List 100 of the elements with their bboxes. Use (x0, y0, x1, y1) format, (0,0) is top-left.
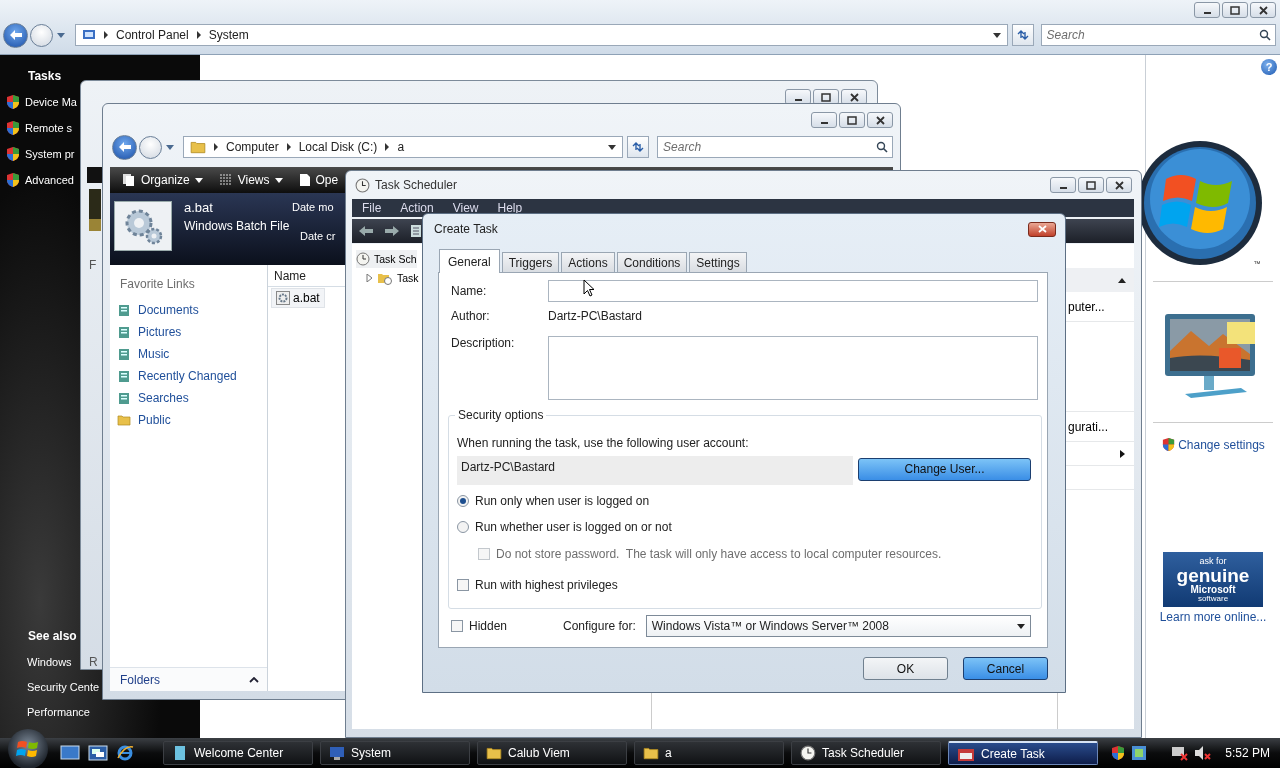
favorite-link[interactable]: Documents (110, 299, 199, 321)
menu-item[interactable]: View (450, 201, 486, 215)
radio-button[interactable] (457, 495, 469, 507)
refresh-icon (631, 141, 646, 153)
description-field[interactable] (548, 336, 1038, 400)
globe-ring-icon (116, 744, 134, 762)
shield-icon (5, 94, 21, 110)
field-label: Name: (451, 284, 488, 298)
show-desktop-button[interactable] (60, 745, 80, 761)
browser-button[interactable] (116, 744, 134, 762)
close-button[interactable] (1106, 177, 1132, 193)
tree-item[interactable]: Task (366, 269, 419, 287)
taskbar-button[interactable]: Create Task (948, 741, 1098, 765)
taskbar-button[interactable]: a (634, 741, 784, 765)
maximize-button[interactable] (1222, 2, 1248, 18)
favorite-link[interactable]: Recently Changed (110, 365, 237, 387)
option-label: Hidden (469, 619, 508, 633)
folders-bar[interactable]: Folders (110, 667, 267, 691)
settings-link[interactable]: Change settings (1178, 437, 1265, 452)
switch-windows-button[interactable] (88, 745, 108, 761)
control-panel-icon (82, 28, 96, 42)
tab[interactable]: Triggers (501, 252, 560, 272)
maximize-button[interactable] (839, 112, 865, 128)
forward-button[interactable] (30, 23, 53, 47)
minimize-button[interactable] (1050, 177, 1076, 193)
search-field[interactable]: Search (1040, 24, 1276, 46)
maximize-icon (1086, 180, 1096, 190)
back-button[interactable] (3, 22, 28, 48)
dialog-button[interactable]: OK (863, 657, 948, 680)
list-entry[interactable]: a.bat (271, 288, 325, 308)
task-link[interactable]: Device Ma (25, 96, 77, 108)
tree-item[interactable]: Task Sch (356, 250, 417, 268)
pane-link[interactable]: puter... (1068, 299, 1105, 314)
cursor-icon (583, 279, 595, 297)
badge-text: ask for (1199, 556, 1227, 566)
close-button[interactable] (1028, 221, 1056, 237)
tab[interactable]: General (439, 249, 500, 273)
address-bar[interactable]: Control Panel System (75, 24, 1008, 46)
breadcrumb-item[interactable]: System (208, 28, 249, 42)
minimize-button[interactable] (1194, 2, 1220, 18)
menu-item[interactable]: File (360, 201, 389, 215)
favorite-link[interactable]: Public (110, 409, 171, 431)
taskbar-button[interactable]: System (320, 741, 470, 765)
task-link[interactable]: System pr (25, 148, 75, 160)
tab[interactable]: Settings (689, 252, 747, 272)
taskbar-button[interactable]: Welcome Center (163, 741, 313, 765)
shield-icon (5, 172, 21, 188)
close-icon (1114, 180, 1124, 190)
see-also-link[interactable]: Windows (27, 655, 72, 668)
file-name: a.bat (184, 200, 214, 215)
minimize-button[interactable] (811, 112, 837, 128)
toolbar-button[interactable]: Views (214, 173, 287, 187)
see-also-link[interactable]: Security Cente (27, 680, 100, 693)
close-icon (875, 115, 885, 125)
maximize-icon (821, 92, 831, 102)
close-button[interactable] (1250, 2, 1276, 18)
tab[interactable]: Actions (561, 252, 615, 272)
library-icon (117, 347, 131, 361)
menu-item[interactable]: Action (398, 201, 441, 215)
breadcrumb-item[interactable]: Local Disk (C:) (298, 140, 378, 154)
right-arrow-icon (384, 225, 400, 237)
maximize-button[interactable] (1078, 177, 1104, 193)
dialog-button[interactable]: Cancel (963, 657, 1048, 680)
refresh-button[interactable] (627, 136, 650, 158)
forward-button[interactable] (139, 135, 162, 159)
dropdown-icon (1016, 623, 1025, 629)
pane-link[interactable]: gurati... (1068, 419, 1109, 434)
change-user-button[interactable]: Change User... (858, 457, 1031, 481)
tab[interactable]: Conditions (616, 252, 688, 272)
favorite-link[interactable]: Pictures (110, 321, 182, 343)
learn-more-link[interactable]: Learn more online... (1159, 610, 1267, 624)
windows-flag-icon (16, 738, 40, 760)
name-field[interactable] (548, 280, 1038, 302)
toolbar-button[interactable]: Ope (294, 173, 343, 187)
toolbar-button[interactable]: Organize (118, 173, 207, 187)
close-icon (849, 92, 859, 102)
clock-icon (355, 177, 370, 193)
search-field[interactable]: Search (657, 136, 893, 158)
address-bar[interactable]: Computer Local Disk (C:) a (183, 136, 624, 158)
back-button[interactable] (112, 134, 137, 160)
favorite-link[interactable]: Music (110, 343, 170, 365)
see-also-link[interactable]: Performance (27, 705, 90, 718)
start-button[interactable] (8, 729, 48, 768)
checkbox[interactable] (451, 620, 463, 632)
taskbar-button[interactable]: Calub Viem (477, 741, 627, 765)
refresh-button[interactable] (1011, 24, 1034, 46)
task-link[interactable]: Remote s (25, 122, 73, 134)
task-link[interactable]: Advanced (25, 174, 74, 186)
genuine-badge[interactable]: ask for genuine Microsoft software (1163, 552, 1263, 607)
breadcrumb-item[interactable]: Computer (226, 140, 279, 154)
breadcrumb-item[interactable]: a (397, 140, 405, 154)
breadcrumb-item[interactable]: Control Panel (116, 28, 189, 42)
taskbar-button[interactable]: Task Scheduler (791, 741, 941, 765)
checkbox[interactable] (457, 579, 469, 591)
favorite-link[interactable]: Searches (110, 387, 189, 409)
radio-button[interactable] (457, 521, 469, 533)
menu-item[interactable]: Help (495, 201, 530, 215)
section-heading: Favorite Links (119, 276, 196, 293)
configure-dropdown[interactable]: Windows Vista™ or Windows Server™ 2008 (645, 615, 1031, 637)
close-button[interactable] (867, 112, 893, 128)
